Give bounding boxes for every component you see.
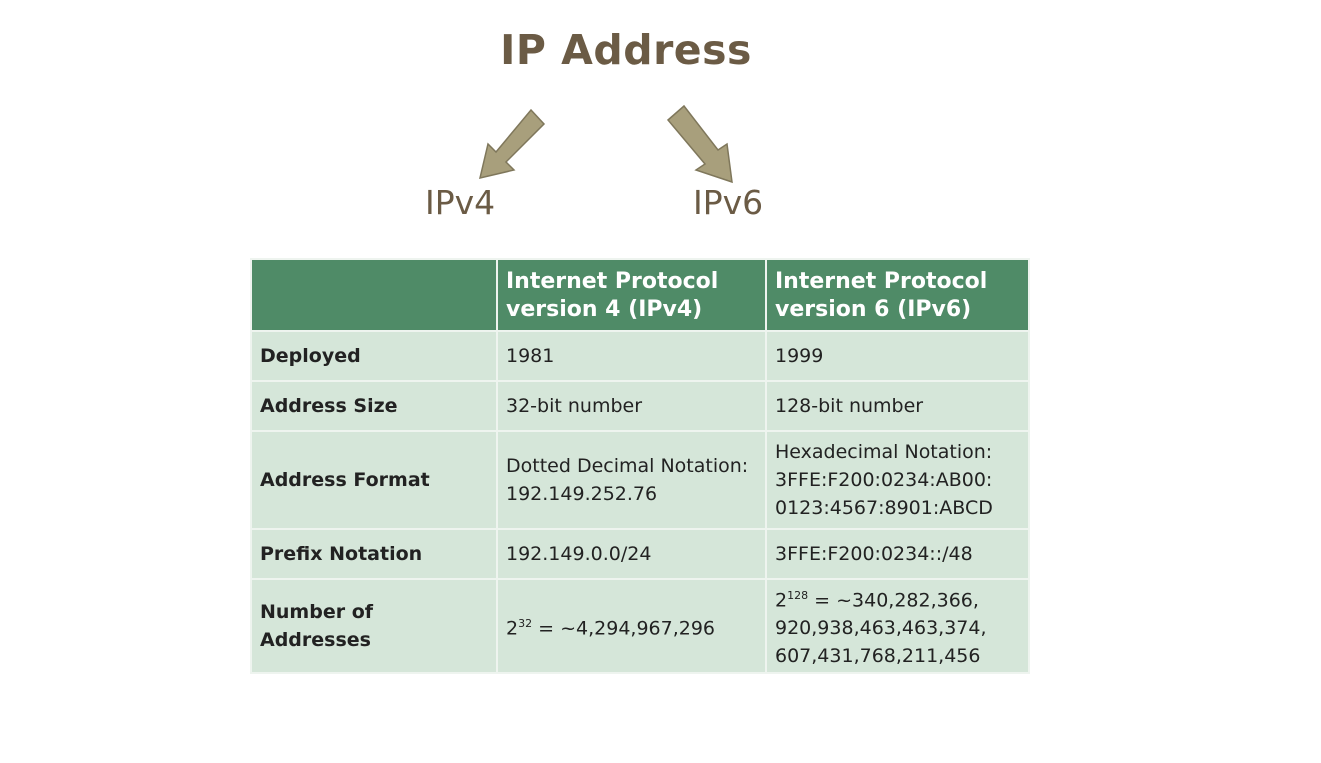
header-ipv4: Internet Protocol version 4 (IPv4) xyxy=(496,258,767,332)
ipv6-count-base: 2 xyxy=(775,589,788,612)
branch-label-ipv6: IPv6 xyxy=(693,183,764,222)
table-row: Deployed 1981 1999 xyxy=(250,330,1030,382)
ipv4-cell: 32-bit number xyxy=(496,380,767,432)
ipv4-count-value: = ~4,294,967,296 xyxy=(532,617,716,640)
ipv6-cell: 128-bit number xyxy=(765,380,1030,432)
row-label: Prefix Notation xyxy=(250,528,498,580)
ipv6-cell: 3FFE:F200:0234::/48 xyxy=(765,528,1030,580)
ipv4-cell: 232 = ~4,294,967,296 xyxy=(496,578,767,674)
ipv6-cell: 2128 = ~340,282,366, 920,938,463,463,374… xyxy=(765,578,1030,674)
table-row: Address Size 32-bit number 128-bit numbe… xyxy=(250,380,1030,432)
ipv6-count-exponent: 128 xyxy=(787,588,809,602)
table-header-row: Internet Protocol version 4 (IPv4) Inter… xyxy=(250,258,1030,332)
ipv6-cell: Hexadecimal Notation: 3FFE:F200:0234:AB0… xyxy=(765,430,1030,530)
ipv4-cell: 1981 xyxy=(496,330,767,382)
ipv4-cell: 192.149.0.0/24 xyxy=(496,528,767,580)
table-row: Number of Addresses 232 = ~4,294,967,296… xyxy=(250,578,1030,674)
branch-label-ipv4: IPv4 xyxy=(425,183,496,222)
ipv4-cell: Dotted Decimal Notation: 192.149.252.76 xyxy=(496,430,767,530)
row-label: Deployed xyxy=(250,330,498,382)
header-empty-cell xyxy=(250,258,498,332)
ip-comparison-table: Internet Protocol version 4 (IPv4) Inter… xyxy=(250,258,1030,674)
header-ipv6: Internet Protocol version 6 (IPv6) xyxy=(765,258,1030,332)
row-label: Number of Addresses xyxy=(250,578,498,674)
row-label: Address Format xyxy=(250,430,498,530)
ipv4-count-base: 2 xyxy=(506,617,519,640)
ipv4-count-exponent: 32 xyxy=(518,616,533,630)
page-title: IP Address xyxy=(500,26,752,74)
ipv6-cell: 1999 xyxy=(765,330,1030,382)
arrow-down-left-icon xyxy=(478,108,546,180)
table-row: Address Format Dotted Decimal Notation: … xyxy=(250,430,1030,530)
table-row: Prefix Notation 192.149.0.0/24 3FFE:F200… xyxy=(250,528,1030,580)
arrow-down-right-icon xyxy=(666,104,733,184)
row-label: Address Size xyxy=(250,380,498,432)
